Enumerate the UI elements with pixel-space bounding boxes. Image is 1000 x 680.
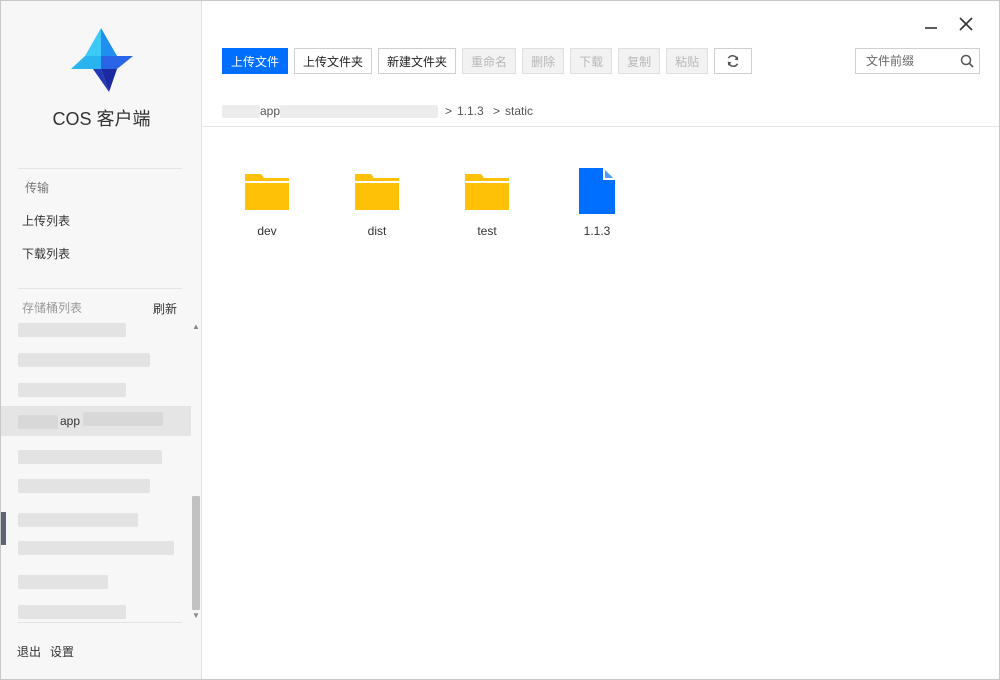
breadcrumb-separator: > xyxy=(445,104,453,118)
app-title: COS 客户端 xyxy=(52,109,151,129)
bucket-item[interactable] xyxy=(1,539,191,569)
file-item[interactable]: 1.1.3 xyxy=(552,166,642,246)
folder-item[interactable]: dist xyxy=(332,166,422,246)
breadcrumb-segment[interactable]: 1.1.3 xyxy=(457,104,484,118)
bucket-item[interactable] xyxy=(1,477,191,507)
sidebar-divider xyxy=(18,288,182,289)
folder-item[interactable]: dev xyxy=(222,166,312,246)
file-icon xyxy=(579,168,615,214)
breadcrumb-segment[interactable]: static xyxy=(505,104,533,118)
bucket-item[interactable] xyxy=(1,317,191,347)
file-name: test xyxy=(477,224,497,238)
close-button[interactable] xyxy=(955,13,977,35)
search-input[interactable] xyxy=(856,49,956,73)
file-name: dev xyxy=(257,224,277,238)
bucket-item[interactable] xyxy=(1,603,191,623)
paste-button[interactable]: 粘贴 xyxy=(666,48,709,74)
download-button[interactable]: 下载 xyxy=(570,48,613,74)
folder-icon xyxy=(245,174,289,210)
upload-file-button[interactable]: 上传文件 xyxy=(222,48,289,74)
scroll-up-icon[interactable]: ▲ xyxy=(192,323,200,331)
main-panel: 上传文件 上传文件夹 新建文件夹 重命名 删除 下载 复制 粘贴 文件前缀 ap… xyxy=(202,1,999,679)
breadcrumb-segment[interactable]: app xyxy=(260,104,280,118)
minimize-button[interactable] xyxy=(920,13,942,35)
folder-item[interactable]: test xyxy=(442,166,532,246)
folder-icon xyxy=(355,174,399,210)
new-folder-button[interactable]: 新建文件夹 xyxy=(378,48,457,74)
bucket-item[interactable] xyxy=(1,345,191,375)
toolbar: 上传文件 上传文件夹 新建文件夹 重命名 删除 下载 复制 粘贴 xyxy=(222,48,753,74)
bucket-label: app xyxy=(60,414,81,428)
app-window: COS 客户端 传输 上传列表 下载列表 存储桶列表 刷新 app ▲ ▼ 退出… xyxy=(0,0,1000,680)
bucket-item-active[interactable]: app xyxy=(1,406,191,436)
rename-button[interactable]: 重命名 xyxy=(462,48,517,74)
upload-folder-button[interactable]: 上传文件夹 xyxy=(294,48,373,74)
sidebar-divider xyxy=(18,622,182,623)
collapse-handle[interactable] xyxy=(1,512,6,545)
breadcrumb-separator: > xyxy=(493,104,501,118)
cos-logo xyxy=(71,28,133,92)
settings-link[interactable]: 设置 xyxy=(50,643,74,660)
search-icon[interactable] xyxy=(960,54,974,68)
search-box xyxy=(855,48,980,74)
bucket-item[interactable] xyxy=(1,573,191,603)
sidebar-item-upload-list[interactable]: 上传列表 xyxy=(22,212,70,229)
bucket-list-label: 存储桶列表 xyxy=(22,301,83,315)
bucket-list: app xyxy=(1,317,191,623)
copy-button[interactable]: 复制 xyxy=(618,48,661,74)
file-name: 1.1.3 xyxy=(583,224,611,238)
bucket-list-scrollbar[interactable]: ▲ ▼ xyxy=(191,323,201,621)
file-name: dist xyxy=(367,224,387,238)
logout-link[interactable]: 退出 xyxy=(17,643,41,660)
delete-button[interactable]: 删除 xyxy=(522,48,565,74)
bucket-refresh-link[interactable]: 刷新 xyxy=(153,300,177,317)
bucket-item[interactable] xyxy=(1,442,191,472)
sidebar-divider xyxy=(18,168,182,169)
scroll-down-icon[interactable]: ▼ xyxy=(192,612,200,620)
bucket-item[interactable] xyxy=(1,373,191,403)
refresh-button[interactable] xyxy=(714,48,753,74)
sidebar: COS 客户端 传输 上传列表 下载列表 存储桶列表 刷新 app ▲ ▼ 退出… xyxy=(1,1,202,679)
close-icon xyxy=(959,17,973,31)
scroll-thumb[interactable] xyxy=(192,496,200,610)
breadcrumb: app > 1.1.3 > static xyxy=(202,95,999,127)
sidebar-item-download-list[interactable]: 下载列表 xyxy=(22,245,70,262)
minimize-icon xyxy=(925,27,937,29)
transfer-section-label: 传输 xyxy=(25,181,50,195)
folder-icon xyxy=(465,174,509,210)
refresh-icon xyxy=(727,55,739,67)
